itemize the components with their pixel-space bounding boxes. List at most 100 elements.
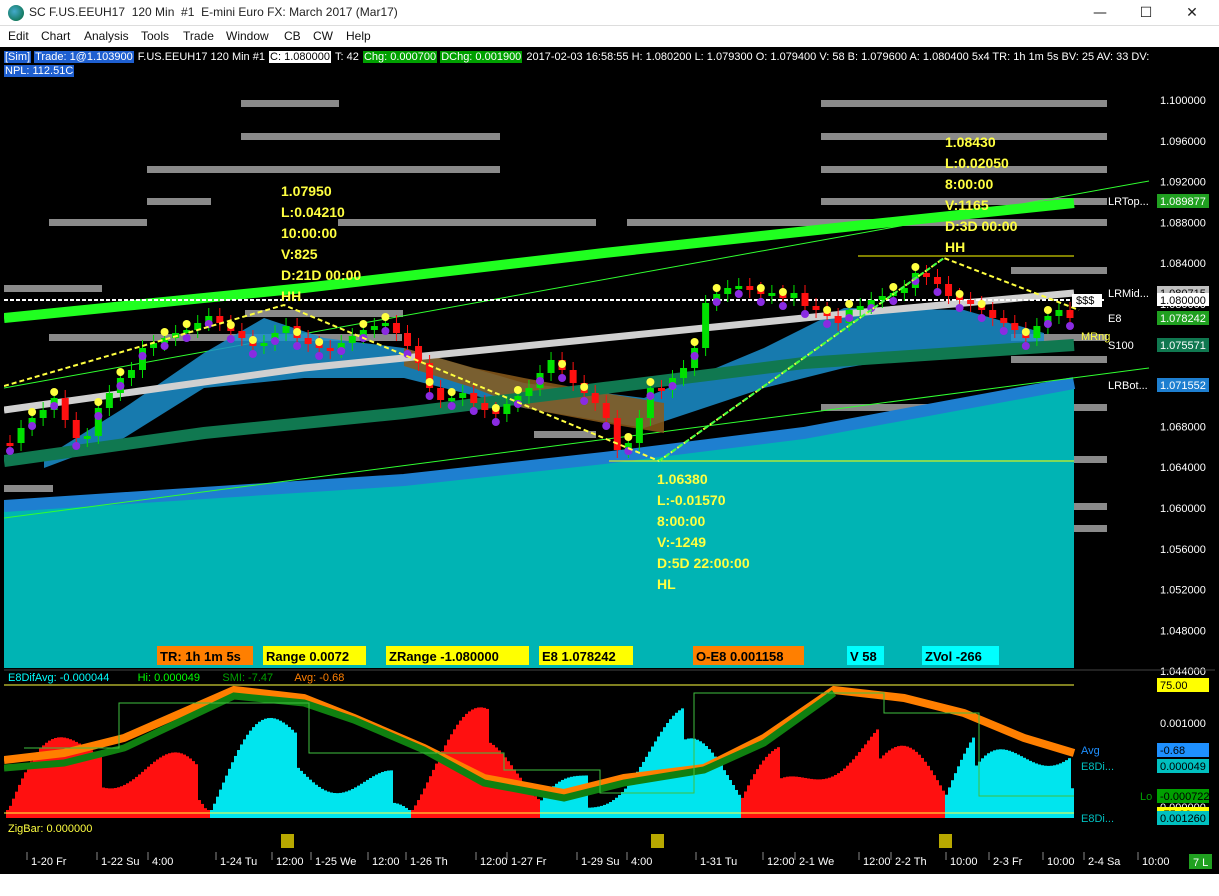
histogram-bar [708, 749, 711, 818]
candle [746, 286, 754, 290]
swing-annotation-hh-1: L:0.04210 [281, 204, 345, 220]
histogram-bar [951, 780, 954, 818]
zigbar-marker [939, 834, 952, 848]
histogram-bar [756, 769, 759, 818]
histogram-bar [999, 749, 1002, 818]
candle [922, 273, 930, 277]
candle [1066, 310, 1074, 318]
indicator-label-0: TR: 1h 1m 5s [160, 649, 241, 664]
candle [481, 403, 489, 410]
histogram-bar [438, 757, 441, 818]
price-axis-label: 1.064000 [1160, 462, 1206, 474]
histogram-bar [249, 730, 252, 818]
histogram-bar [306, 776, 309, 818]
menu-tools[interactable]: Tools [141, 29, 169, 43]
histogram-bar [93, 751, 96, 818]
swing-annotation-hh-2: D:3D 00:00 [945, 218, 1018, 234]
histogram-bar [375, 774, 378, 818]
menu-edit[interactable]: Edit [8, 29, 29, 43]
histogram-bar [720, 765, 723, 818]
swing-annotation-hh-1: 1.07950 [281, 183, 332, 199]
candle [448, 398, 456, 401]
e8-dot [580, 397, 589, 405]
avg-dot [955, 290, 964, 298]
swing-annotation-hh-1: 10:00:00 [281, 225, 337, 241]
histogram-bar [900, 745, 903, 818]
histogram-bar [264, 718, 267, 818]
histogram-bar [486, 708, 489, 818]
time-axis-label: 2-4 Sa [1088, 856, 1121, 868]
histogram-bar [396, 803, 399, 818]
swing-annotation-hl: 1.06380 [657, 471, 708, 487]
histogram-bar [372, 776, 375, 818]
swing-annotation-hl: D:5D 22:00:00 [657, 555, 750, 571]
menu-cw[interactable]: CW [313, 29, 333, 43]
avg-dot [889, 283, 898, 291]
subgraph-header-0: E8DifAvg: -0.000044 [8, 672, 109, 684]
histogram-bar [609, 802, 612, 818]
minimize-button[interactable]: — [1077, 0, 1123, 26]
histogram-bar [963, 753, 966, 818]
candle [735, 286, 743, 289]
mrng-label: MRng [1081, 331, 1110, 343]
histogram-bar [675, 712, 678, 818]
histogram-bar [927, 765, 930, 818]
menu-help[interactable]: Help [346, 29, 371, 43]
histogram-bar [729, 780, 732, 818]
histogram-bar [762, 760, 765, 818]
histogram-bar [966, 747, 969, 818]
histogram-bar [96, 753, 99, 818]
candle [602, 403, 610, 418]
histogram-bar [105, 788, 108, 818]
histogram-bar [432, 769, 435, 818]
histogram-bar [741, 797, 744, 818]
time-axis-label: 12:00 [480, 856, 508, 868]
avg-dot [778, 288, 787, 296]
histogram-bar [759, 764, 762, 818]
e8-dot [226, 335, 235, 343]
histogram-bar [291, 729, 294, 818]
price-axis-label: 1.100000 [1160, 95, 1206, 107]
histogram-bar [21, 778, 24, 818]
menu-cb[interactable]: CB [284, 29, 301, 43]
histogram-bar [735, 789, 738, 818]
indicator-label-5: V 58 [850, 649, 877, 664]
histogram-bar [960, 759, 963, 818]
close-button[interactable]: ✕ [1169, 0, 1215, 26]
histogram-bar [138, 774, 141, 818]
histogram-bar [774, 748, 777, 818]
candle [326, 348, 334, 351]
menu-analysis[interactable]: Analysis [84, 29, 129, 43]
menu-window[interactable]: Window [226, 29, 269, 43]
histogram-bar [513, 769, 516, 818]
candle [404, 333, 411, 346]
avg-dot [977, 300, 986, 308]
chart-area[interactable]: [Sim] Trade: 1@1.103900 F.US.EEUH17 120 … [4, 48, 1215, 874]
time-axis-label: 1-25 We [315, 856, 356, 868]
histogram-bar [483, 707, 486, 818]
candle [105, 393, 113, 408]
histogram-bar [933, 775, 936, 818]
histogram-bar [981, 758, 984, 818]
candle [613, 418, 621, 450]
candle [547, 360, 555, 373]
avg-dot [513, 386, 522, 394]
histogram-bar [147, 766, 150, 818]
menu-chart[interactable]: Chart [41, 29, 70, 43]
e8-dot [823, 320, 832, 328]
histogram-bar [6, 810, 9, 818]
sub-tag-value-5: 0.001260 [1160, 813, 1206, 825]
histogram-bar [798, 776, 801, 818]
histogram-bar [783, 777, 786, 818]
swing-annotation-hl: L:-0.01570 [657, 492, 726, 508]
avg-dot [447, 388, 456, 396]
candle [61, 398, 69, 420]
histogram-bar [387, 770, 390, 818]
candle [801, 293, 809, 306]
maximize-button[interactable]: ☐ [1123, 0, 1169, 26]
histogram-bar [207, 810, 210, 818]
volume-profile-bar [821, 100, 1107, 107]
histogram-bar [15, 791, 18, 818]
histogram-bar [690, 738, 693, 818]
menu-trade[interactable]: Trade [183, 29, 214, 43]
